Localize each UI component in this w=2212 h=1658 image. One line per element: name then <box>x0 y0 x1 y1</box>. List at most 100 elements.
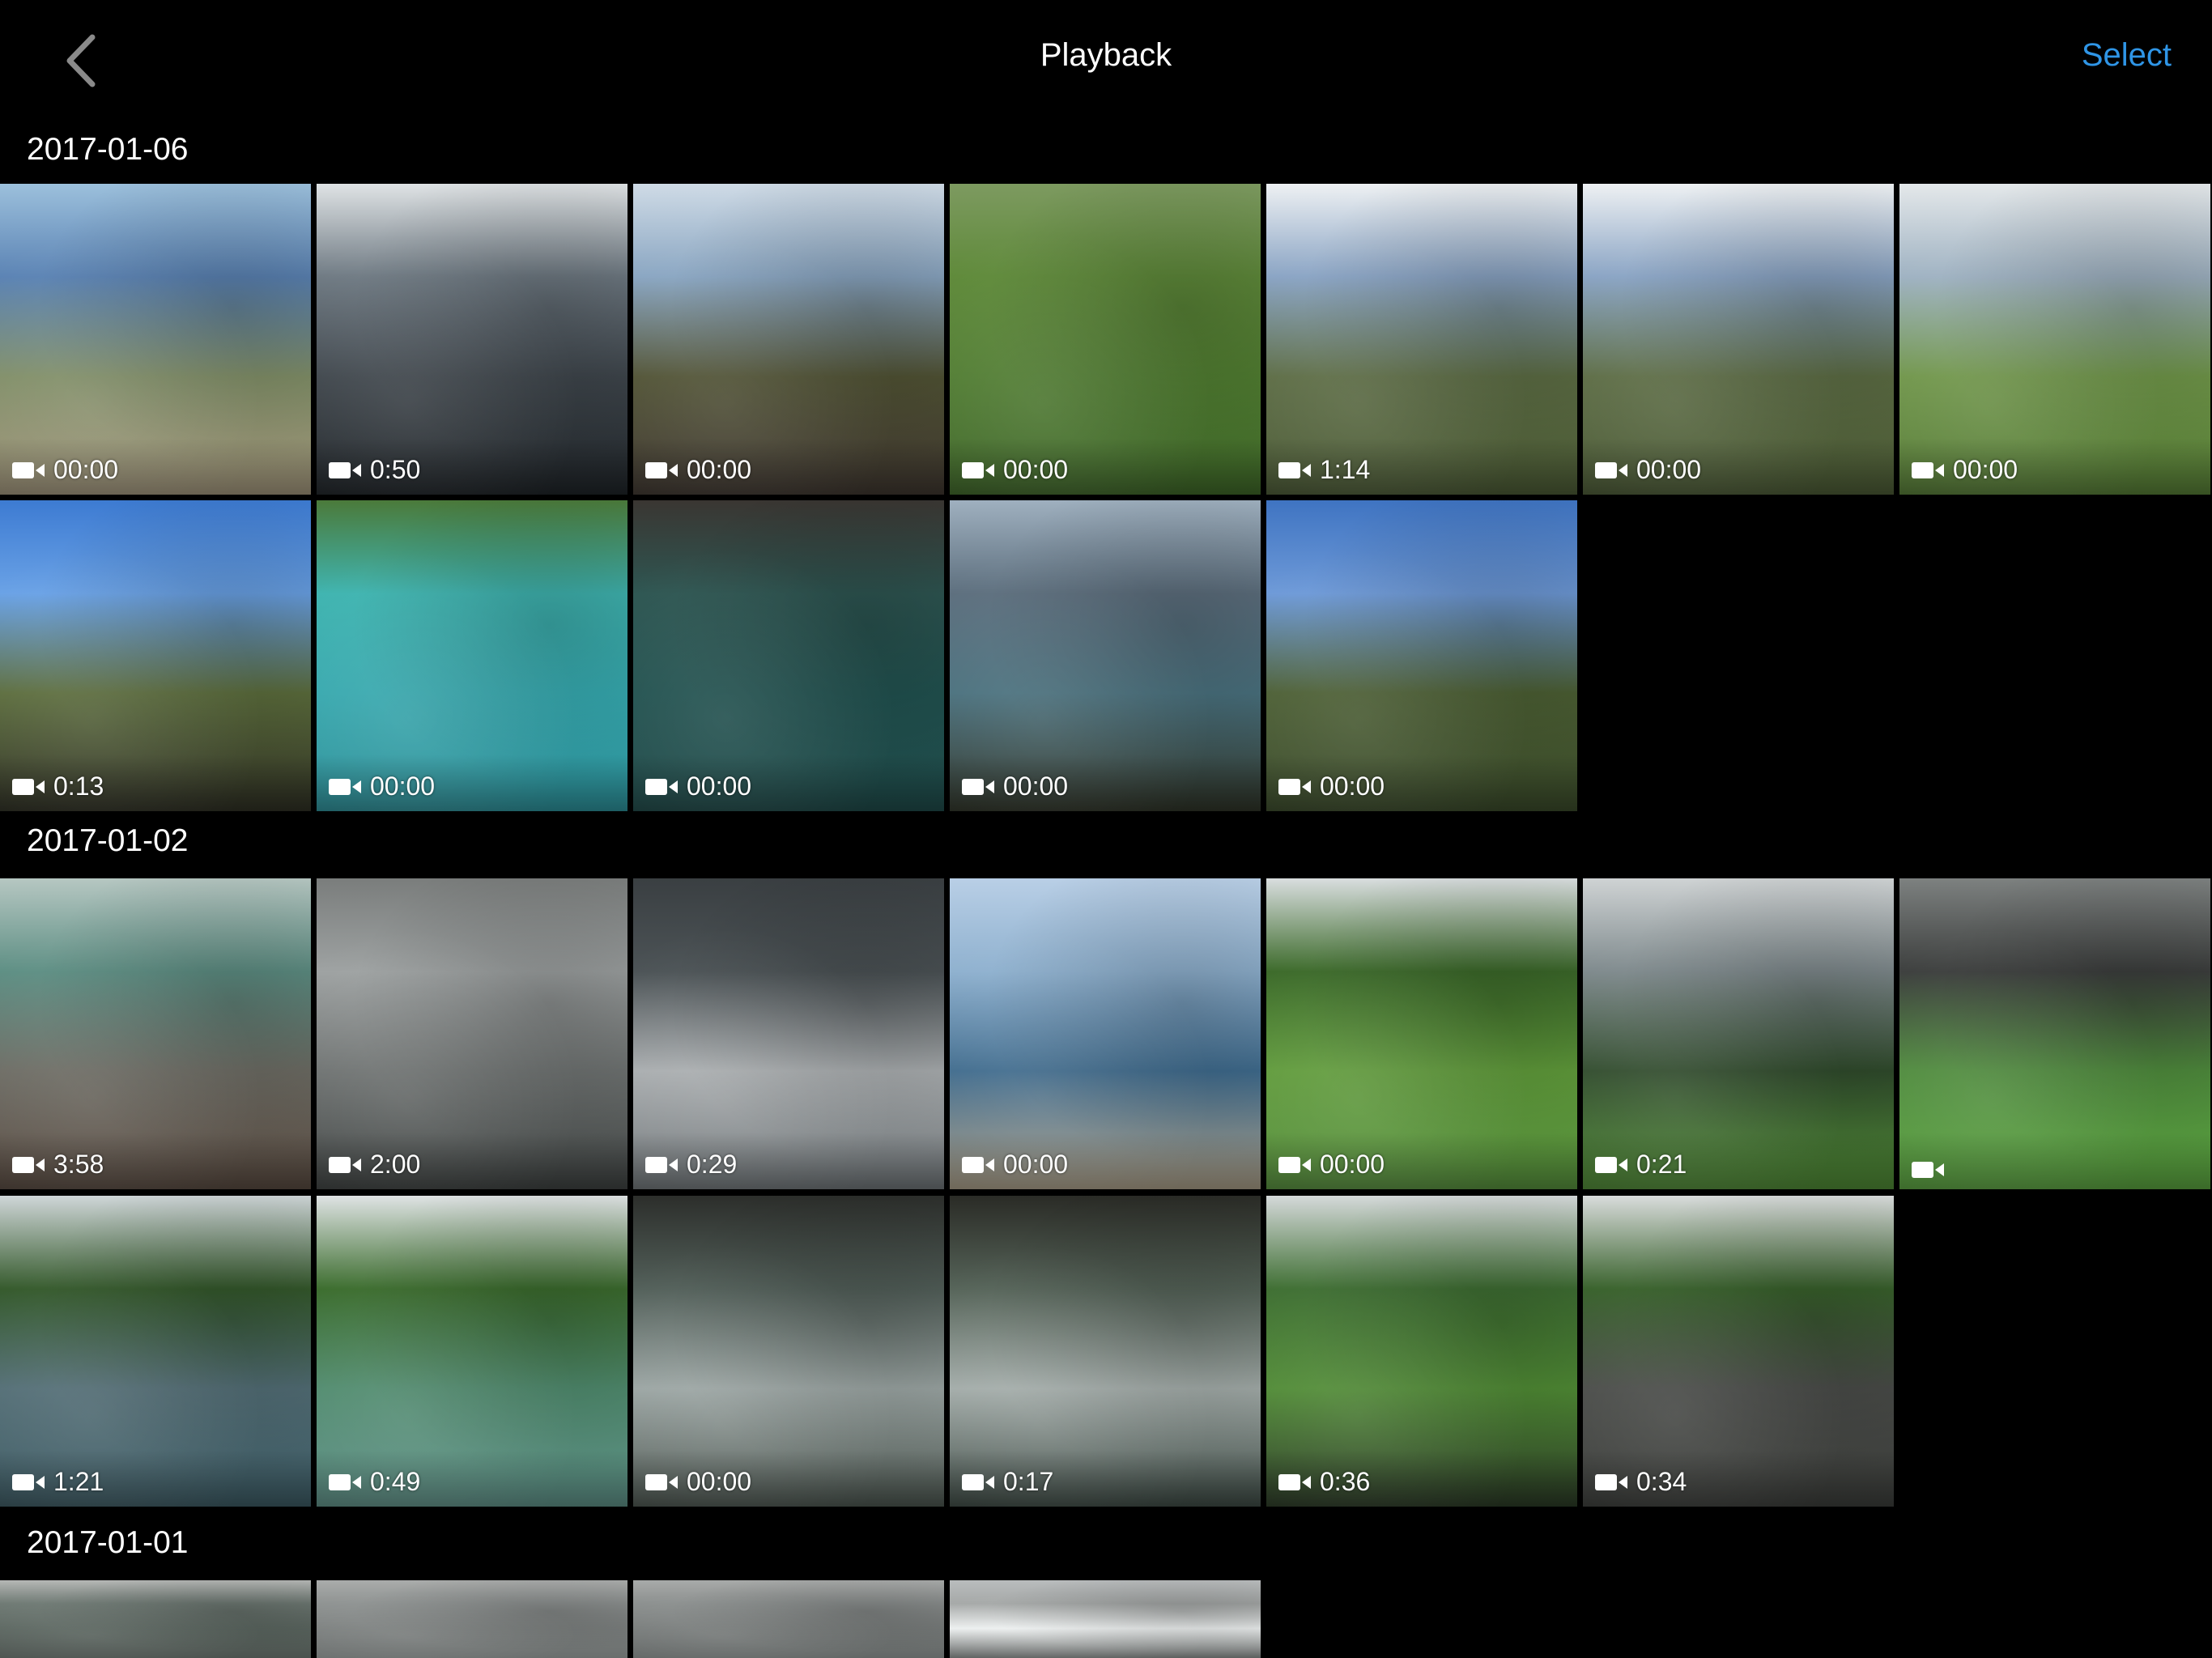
video-duration: 0:34 <box>1636 1467 1687 1496</box>
video-thumbnail[interactable]: 0:21 <box>1583 878 1894 1189</box>
video-camera-icon <box>1595 461 1627 478</box>
video-duration-badge: 0:36 <box>1278 1467 1370 1497</box>
nav-bar: Playback Select <box>0 0 2212 117</box>
video-camera-icon <box>12 1473 45 1490</box>
video-thumbnail[interactable]: 00:00 <box>1266 500 1577 811</box>
video-duration: 00:00 <box>687 1467 752 1496</box>
video-camera-icon <box>645 778 678 795</box>
select-button[interactable]: Select <box>2082 37 2172 74</box>
video-thumbnail[interactable]: 00:00 <box>950 500 1261 811</box>
video-camera-icon <box>1912 1162 1944 1178</box>
video-thumbnail[interactable]: 1:21 <box>0 1196 311 1507</box>
video-camera-icon <box>645 1156 678 1173</box>
video-thumbnail[interactable]: 00:00 <box>1266 878 1577 1189</box>
video-thumbnail[interactable]: 3:58 <box>0 878 311 1189</box>
video-thumbnail[interactable]: 0:34 <box>1583 1196 1894 1507</box>
video-thumbnail[interactable]: 00:00 <box>633 184 944 495</box>
video-duration: 0:29 <box>687 1150 738 1179</box>
video-thumbnail[interactable]: 0:36 <box>1266 1196 1577 1507</box>
section-date-label: 2017-01-06 <box>27 132 189 167</box>
video-duration-badge: 00:00 <box>961 772 1068 801</box>
video-thumbnail[interactable]: 00:00 <box>633 1196 944 1507</box>
video-duration-badge: 0:21 <box>1594 1150 1687 1180</box>
video-thumbnail[interactable] <box>0 1580 311 1658</box>
video-duration-badge: 00:00 <box>961 1150 1068 1180</box>
video-duration-badge: 00:00 <box>961 455 1068 485</box>
video-duration-badge: 00:00 <box>644 772 751 801</box>
video-duration: 0:13 <box>53 772 104 801</box>
video-duration: 00:00 <box>1003 1150 1069 1179</box>
video-camera-icon <box>1912 461 1944 478</box>
page-title: Playback <box>1040 37 1172 73</box>
video-thumbnail[interactable]: 0:49 <box>317 1196 627 1507</box>
video-duration-badge: 00:00 <box>1278 1150 1385 1180</box>
video-duration: 2:00 <box>370 1150 421 1179</box>
video-camera-icon <box>962 1473 994 1490</box>
video-duration-badge: 0:50 <box>328 455 420 485</box>
video-thumbnail[interactable] <box>1899 878 2210 1189</box>
video-duration: 00:00 <box>687 455 752 484</box>
video-camera-icon <box>1278 461 1311 478</box>
video-duration-badge: 00:00 <box>328 772 435 801</box>
video-camera-icon <box>12 1156 45 1173</box>
video-duration: 00:00 <box>1003 455 1069 484</box>
video-duration-badge: 0:34 <box>1594 1467 1687 1497</box>
video-duration: 3:58 <box>53 1150 104 1179</box>
video-thumbnail[interactable]: 00:00 <box>1583 184 1894 495</box>
video-duration-badge: 3:58 <box>11 1150 104 1180</box>
video-duration: 1:14 <box>1320 455 1371 484</box>
video-duration-badge <box>1911 1160 1953 1180</box>
video-thumbnail[interactable]: 00:00 <box>1899 184 2210 495</box>
video-camera-icon <box>329 1473 361 1490</box>
video-thumbnail[interactable]: 00:00 <box>317 500 627 811</box>
video-camera-icon <box>1278 778 1311 795</box>
video-duration: 00:00 <box>1953 455 2018 484</box>
video-duration-badge: 00:00 <box>1278 772 1385 801</box>
video-duration: 00:00 <box>1636 455 1702 484</box>
video-duration-badge: 00:00 <box>1594 455 1701 485</box>
video-thumbnail[interactable]: 1:14 <box>1266 184 1577 495</box>
video-camera-icon <box>962 778 994 795</box>
video-duration: 0:49 <box>370 1467 421 1496</box>
video-camera-icon <box>12 461 45 478</box>
section-date-label: 2017-01-02 <box>27 823 189 858</box>
video-thumbnail[interactable] <box>317 1580 627 1658</box>
video-camera-icon <box>1278 1473 1311 1490</box>
video-camera-icon <box>645 461 678 478</box>
video-duration: 00:00 <box>1320 772 1385 801</box>
video-thumbnail[interactable]: 00:00 <box>633 500 944 811</box>
thumbnail-image <box>633 1580 944 1658</box>
video-camera-icon <box>12 778 45 795</box>
video-camera-icon <box>1595 1473 1627 1490</box>
video-thumbnail[interactable]: 0:17 <box>950 1196 1261 1507</box>
thumbnail-image <box>950 1580 1261 1658</box>
video-camera-icon <box>329 778 361 795</box>
video-duration: 0:36 <box>1320 1467 1371 1496</box>
video-camera-icon <box>962 461 994 478</box>
video-thumbnail[interactable]: 2:00 <box>317 878 627 1189</box>
video-thumbnail[interactable] <box>950 1580 1261 1658</box>
video-duration-badge: 00:00 <box>1911 455 2018 485</box>
video-duration: 0:50 <box>370 455 421 484</box>
video-duration: 00:00 <box>1320 1150 1385 1179</box>
video-camera-icon <box>962 1156 994 1173</box>
video-thumbnail[interactable]: 00:00 <box>0 184 311 495</box>
video-camera-icon <box>329 461 361 478</box>
video-duration-badge: 00:00 <box>11 455 118 485</box>
video-thumbnail[interactable]: 0:29 <box>633 878 944 1189</box>
video-camera-icon <box>1595 1156 1627 1173</box>
video-duration-badge: 2:00 <box>328 1150 420 1180</box>
video-duration: 0:17 <box>1003 1467 1054 1496</box>
video-duration-badge: 0:17 <box>961 1467 1053 1497</box>
video-duration-badge: 0:13 <box>11 772 104 801</box>
video-duration: 00:00 <box>53 455 119 484</box>
video-thumbnail[interactable]: 0:50 <box>317 184 627 495</box>
video-thumbnail[interactable]: 00:00 <box>950 878 1261 1189</box>
video-duration-badge: 1:14 <box>1278 455 1370 485</box>
video-duration-badge: 1:21 <box>11 1467 104 1497</box>
video-camera-icon <box>329 1156 361 1173</box>
video-thumbnail[interactable]: 0:13 <box>0 500 311 811</box>
video-duration: 00:00 <box>370 772 436 801</box>
video-thumbnail[interactable] <box>633 1580 944 1658</box>
video-thumbnail[interactable]: 00:00 <box>950 184 1261 495</box>
